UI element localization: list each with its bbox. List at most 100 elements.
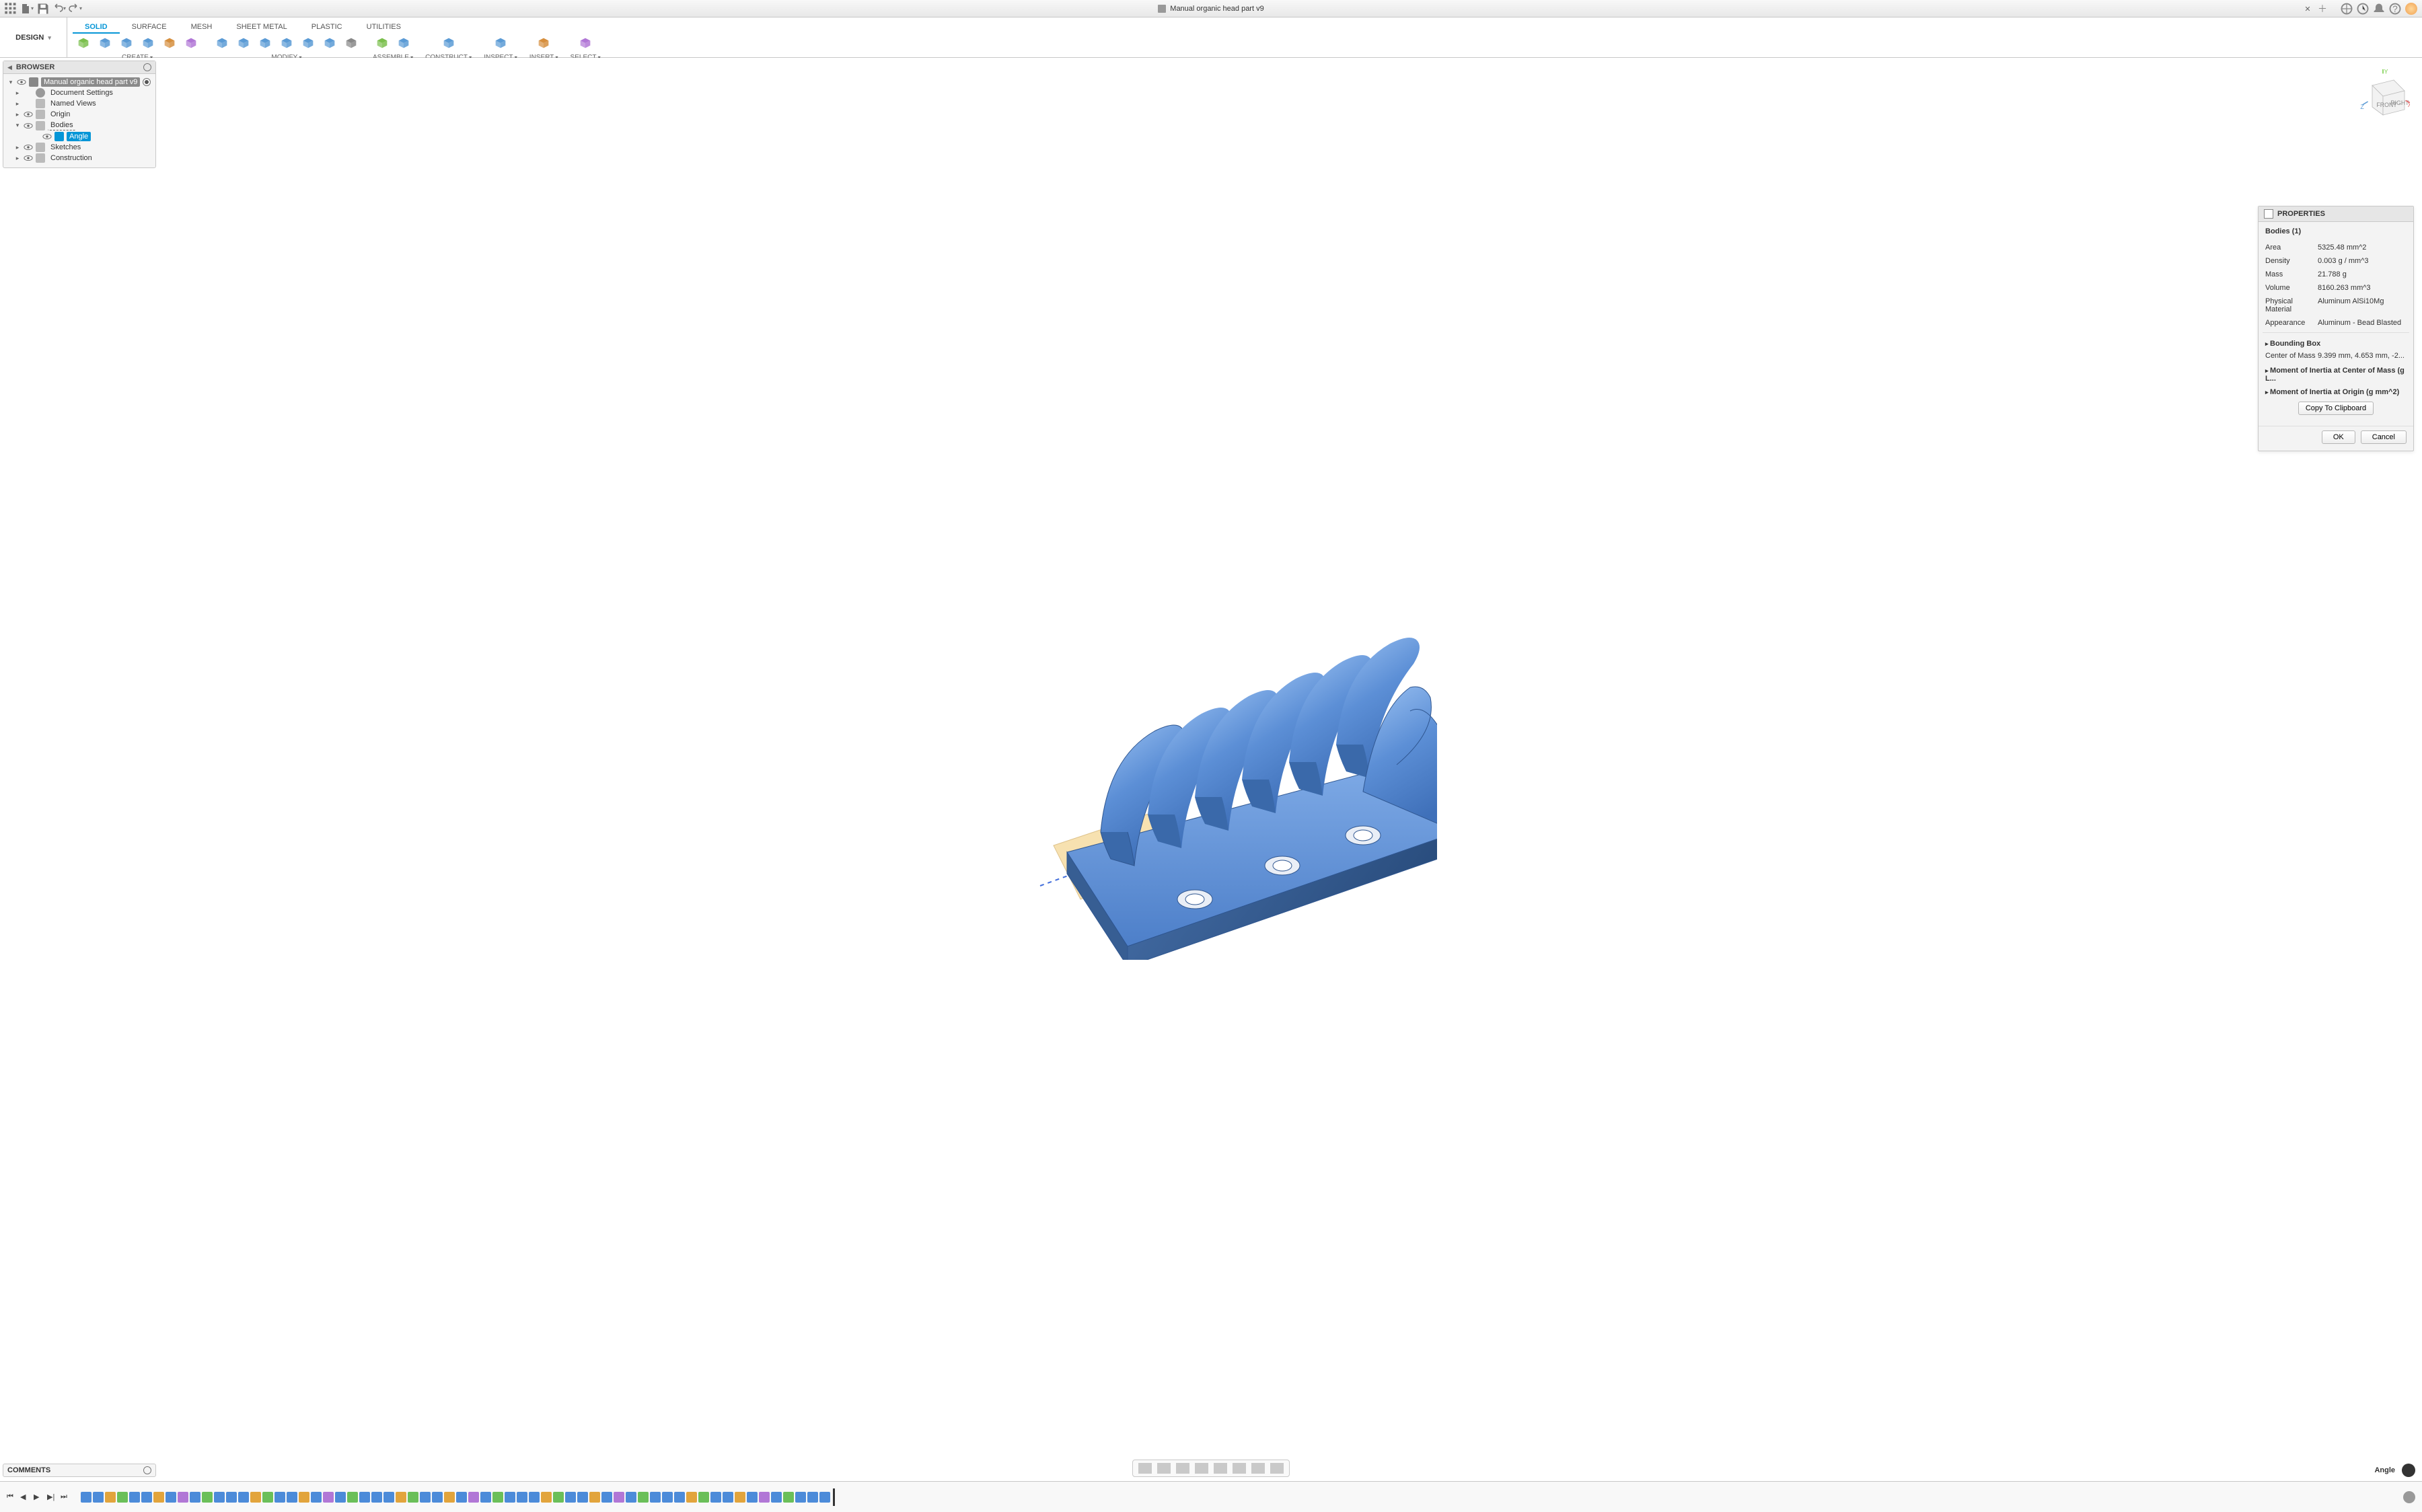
eye-icon[interactable]	[24, 143, 33, 152]
timeline-feature[interactable]	[541, 1492, 552, 1503]
tool-icon[interactable]	[213, 34, 231, 52]
timeline-feature[interactable]	[565, 1492, 576, 1503]
tool-icon[interactable]	[491, 34, 510, 52]
timeline-feature[interactable]	[287, 1492, 297, 1503]
timeline-feature[interactable]	[371, 1492, 382, 1503]
workspace-switcher[interactable]: DESIGN	[0, 17, 67, 57]
timeline-feature[interactable]	[710, 1492, 721, 1503]
save-icon[interactable]	[36, 2, 50, 15]
timeline-feature[interactable]	[553, 1492, 564, 1503]
grid-apps-icon[interactable]	[4, 2, 17, 15]
timeline-feature[interactable]	[396, 1492, 406, 1503]
timeline-feature[interactable]	[529, 1492, 540, 1503]
timeline-feature[interactable]	[747, 1492, 758, 1503]
file-new-icon[interactable]: ▾	[20, 2, 34, 15]
tool-icon[interactable]	[139, 34, 157, 52]
ribbon-tab-surface[interactable]: SURFACE	[120, 20, 179, 34]
active-component-radio[interactable]	[143, 78, 151, 86]
tool-icon[interactable]	[117, 34, 136, 52]
tool-icon[interactable]	[439, 34, 458, 52]
timeline-feature[interactable]	[226, 1492, 237, 1503]
tree-node-construction[interactable]: ▸Construction	[6, 153, 153, 163]
pan-icon[interactable]	[1176, 1463, 1189, 1474]
timeline-start-icon[interactable]: ⏮	[7, 1492, 16, 1502]
tool-icon[interactable]	[320, 34, 339, 52]
ok-button[interactable]: OK	[2322, 430, 2355, 444]
tool-icon[interactable]	[299, 34, 318, 52]
close-tab-icon[interactable]: ✕	[2301, 2, 2314, 15]
timeline-feature[interactable]	[105, 1492, 116, 1503]
ribbon-tab-sheet metal[interactable]: SHEET METAL	[224, 20, 299, 34]
timeline-feature[interactable]	[638, 1492, 649, 1503]
timeline-feature[interactable]	[807, 1492, 818, 1503]
eye-icon[interactable]	[24, 153, 33, 163]
timeline-feature[interactable]	[81, 1492, 91, 1503]
view-cube[interactable]: FRONT RIGHT X Y Z	[2356, 69, 2410, 129]
timeline-feature[interactable]	[117, 1492, 128, 1503]
timeline-feature[interactable]	[505, 1492, 515, 1503]
timeline-feature[interactable]	[614, 1492, 624, 1503]
tool-icon[interactable]	[74, 34, 93, 52]
timeline-feature[interactable]	[262, 1492, 273, 1503]
eye-icon[interactable]	[24, 110, 33, 119]
timeline-feature[interactable]	[383, 1492, 394, 1503]
timeline-feature[interactable]	[589, 1492, 600, 1503]
timeline-feature[interactable]	[250, 1492, 261, 1503]
timeline-feature[interactable]	[517, 1492, 527, 1503]
pin-icon[interactable]	[143, 1466, 151, 1474]
timeline-feature[interactable]	[335, 1492, 346, 1503]
tool-icon[interactable]	[277, 34, 296, 52]
comments-header[interactable]: COMMENTS	[3, 1464, 155, 1476]
tree-node-named-views[interactable]: ▸Named Views	[6, 98, 153, 109]
display-settings-icon[interactable]	[1233, 1463, 1246, 1474]
tool-icon[interactable]	[576, 34, 595, 52]
timeline-feature[interactable]	[735, 1492, 745, 1503]
timeline-feature[interactable]	[698, 1492, 709, 1503]
timeline-feature[interactable]	[347, 1492, 358, 1503]
ribbon-tab-utilities[interactable]: UTILITIES	[355, 20, 413, 34]
tree-node-sketches[interactable]: ▸Sketches	[6, 142, 153, 153]
extensions-icon[interactable]	[2340, 2, 2353, 15]
redo-icon[interactable]: ▾	[69, 2, 82, 15]
timeline-playhead[interactable]	[833, 1488, 835, 1506]
timeline-feature[interactable]	[299, 1492, 309, 1503]
timeline-strip[interactable]	[77, 1488, 2396, 1506]
tool-icon[interactable]	[373, 34, 392, 52]
timeline-feature[interactable]	[759, 1492, 770, 1503]
ribbon-tab-solid[interactable]: SOLID	[73, 20, 120, 34]
collapse-browser-icon[interactable]	[7, 63, 16, 71]
tree-node-angle[interactable]: Angle	[6, 131, 153, 142]
new-tab-icon[interactable]: ＋	[2316, 2, 2329, 15]
bounding-box-section[interactable]: Bounding Box	[2265, 336, 2407, 349]
timeline-feature[interactable]	[783, 1492, 794, 1503]
timeline-feature[interactable]	[238, 1492, 249, 1503]
timeline-feature[interactable]	[408, 1492, 418, 1503]
timeline-feature[interactable]	[492, 1492, 503, 1503]
eye-icon[interactable]	[42, 132, 52, 141]
fit-icon[interactable]	[1214, 1463, 1227, 1474]
timeline-play-icon[interactable]: ▶	[34, 1492, 43, 1502]
tool-icon[interactable]	[96, 34, 114, 52]
timeline-feature[interactable]	[626, 1492, 636, 1503]
timeline-settings-icon[interactable]	[2403, 1491, 2415, 1503]
timeline-feature[interactable]	[650, 1492, 661, 1503]
pin-icon[interactable]	[143, 63, 151, 71]
collapse-properties-icon[interactable]	[2264, 209, 2273, 219]
timeline-feature[interactable]	[323, 1492, 334, 1503]
timeline-feature[interactable]	[178, 1492, 188, 1503]
timeline-feature[interactable]	[456, 1492, 467, 1503]
timeline-feature[interactable]	[444, 1492, 455, 1503]
viewports-icon[interactable]	[1270, 1463, 1284, 1474]
cancel-button[interactable]: Cancel	[2361, 430, 2407, 444]
timeline-feature[interactable]	[129, 1492, 140, 1503]
tree-root[interactable]: ▾ Manual organic head part v9	[6, 77, 153, 87]
timeline-feature[interactable]	[771, 1492, 782, 1503]
timeline-feature[interactable]	[190, 1492, 200, 1503]
tool-icon[interactable]	[394, 34, 413, 52]
copy-clipboard-button[interactable]: Copy To Clipboard	[2298, 402, 2374, 415]
timeline-feature[interactable]	[214, 1492, 225, 1503]
timeline-feature[interactable]	[420, 1492, 431, 1503]
eye-icon[interactable]	[17, 77, 26, 87]
tool-icon[interactable]	[182, 34, 200, 52]
timeline-feature[interactable]	[274, 1492, 285, 1503]
